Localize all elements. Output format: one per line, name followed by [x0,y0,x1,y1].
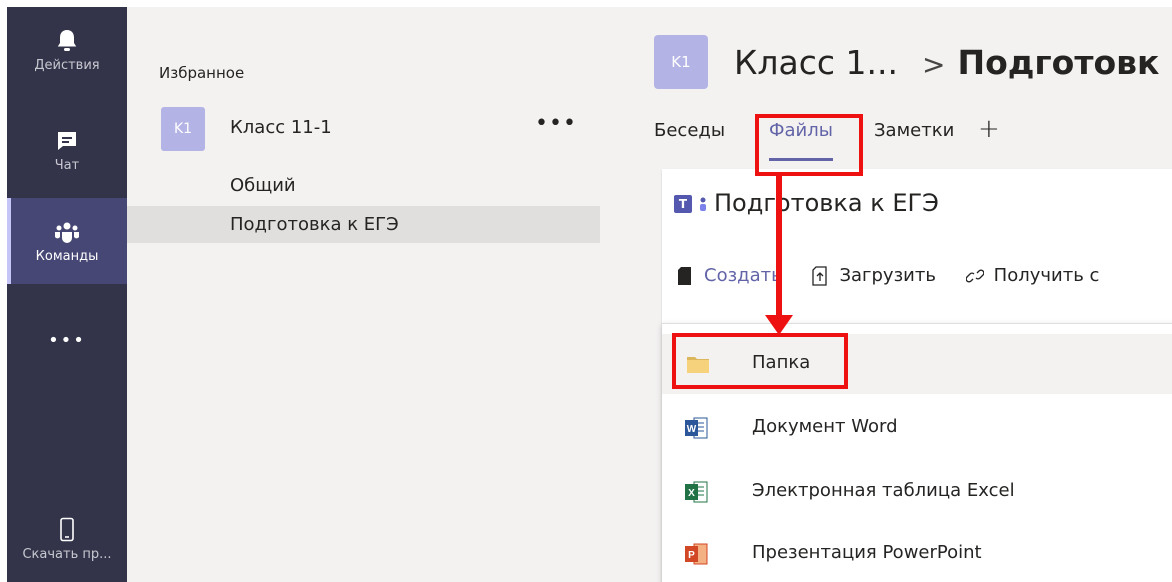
rail-more-button[interactable]: ••• [7,297,127,383]
channel-label: Подготовка к ЕГЭ [230,214,399,235]
svg-text:W: W [687,424,697,435]
header-team-avatar: K1 [654,35,708,89]
word-icon: W [685,417,708,439]
teams-icon [55,222,79,243]
teams-dots-icon [700,197,706,211]
channel-label: Общий [230,175,296,196]
team-more-options-button[interactable]: ••• [535,111,577,136]
bell-icon [57,29,77,51]
rail-item-label: Чат [54,157,80,173]
link-icon [965,269,984,282]
rail-item-download-app[interactable]: Скачать пр... [7,496,127,582]
channel-item-ege-prep[interactable]: Подготовка к ЕГЭ [127,206,600,243]
main-content: K1 Класс 1... > Подготовк Беседы Файлы Зам… [600,7,1172,582]
mobile-icon [60,517,74,541]
app-rail: Действия Чат Команды ••• Скачать пр... [7,7,127,582]
channel-panel: Избранное K1 Класс 11-1 ••• Общий Подгот… [127,7,600,582]
add-tab-button[interactable]: + [978,114,1000,144]
rail-item-label: Скачать пр... [22,546,112,562]
menu-item-excel[interactable]: X Электронная таблица Excel [662,462,1172,522]
rail-item-activity[interactable]: Действия [7,7,127,93]
team-avatar: K1 [161,107,205,151]
upload-label: Загрузить [839,265,936,286]
channel-item-general[interactable]: Общий [127,167,600,204]
breadcrumb-separator: > [922,48,946,81]
svg-text:X: X [688,488,695,499]
annotation-arrow-head [765,315,793,335]
new-file-icon [678,266,691,285]
page-title: Класс 1... > Подготовк [734,43,1159,82]
create-label: Создать [704,265,782,286]
highlight-files-tab [755,114,863,176]
team-name: Класс 11-1 [230,117,332,138]
upload-button[interactable]: Загрузить [811,265,936,286]
rail-item-chat[interactable]: Чат [7,107,127,193]
svg-text:P: P [688,550,695,561]
upload-icon [812,265,828,286]
menu-item-powerpoint[interactable]: P Презентация PowerPoint [662,524,1172,582]
rail-item-label: Команды [35,248,99,264]
tab-notes[interactable]: Заметки [874,120,954,141]
menu-item-label: Электронная таблица Excel [752,480,1015,501]
more-icon: ••• [48,329,86,351]
favorites-label: Избранное [159,64,245,82]
breadcrumb-channel: Подготовк [957,43,1160,82]
breadcrumb-team[interactable]: Класс 1... [734,43,898,82]
menu-item-label: Презентация PowerPoint [752,542,982,563]
teams-logo-icon: T [674,195,692,213]
get-link-button[interactable]: Получить с [965,265,1100,286]
annotation-arrow-shaft [776,176,782,318]
team-row[interactable]: K1 Класс 11-1 ••• [127,103,600,155]
rail-item-label: Действия [34,57,100,73]
powerpoint-icon: P [685,543,708,565]
menu-item-label: Документ Word [752,416,898,437]
get-link-label: Получить с [993,265,1100,286]
highlight-folder-item [672,333,848,389]
files-title-text: Подготовка к ЕГЭ [714,189,939,217]
menu-item-word[interactable]: W Документ Word [662,398,1172,458]
files-title: T Подготовка к ЕГЭ [674,189,939,217]
tab-conversations[interactable]: Беседы [654,120,725,141]
chat-icon [58,131,76,150]
files-toolbar: Создать Загрузить Получить с [676,265,1123,291]
rail-item-teams[interactable]: Команды [7,198,127,284]
excel-icon: X [685,481,708,503]
create-button[interactable]: Создать [676,265,782,286]
